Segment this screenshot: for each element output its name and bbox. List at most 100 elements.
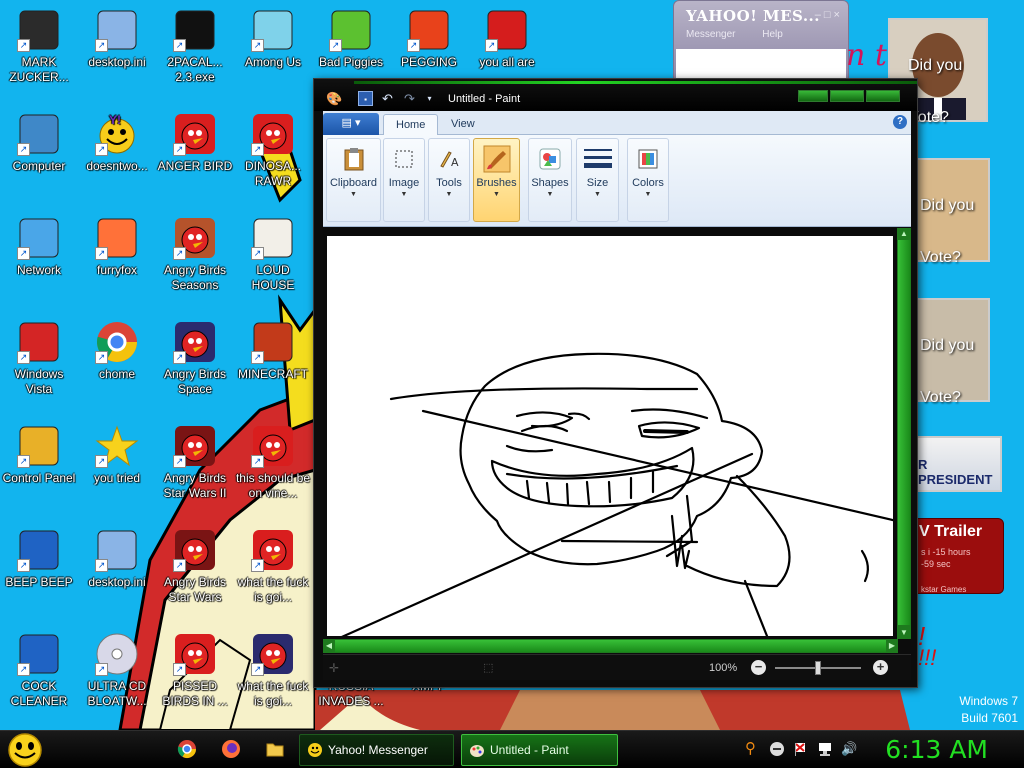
flag-icon[interactable]	[793, 741, 809, 757]
taskbar-clock[interactable]: 6:13 AM	[885, 734, 988, 766]
desktop-icon[interactable]: ↗ Computer	[0, 112, 78, 174]
save-icon[interactable]: ▪	[358, 91, 373, 106]
desktop-icon-label: furryfox	[96, 263, 137, 277]
desktop-icon-label: ULTRA CD BLOATW...	[87, 679, 147, 708]
colors-button[interactable]: Colors ▼	[627, 138, 669, 222]
desktop-icon[interactable]: ↗ Network	[0, 216, 78, 278]
desktop-icon[interactable]: ↗ ANGER BIRD	[156, 112, 234, 174]
shapes-button[interactable]: Shapes ▼	[528, 138, 572, 222]
desktop-icon[interactable]: ↗ MARK ZUCKER...	[0, 8, 78, 85]
trailer-ad-line1: s i -15 hours	[921, 547, 971, 557]
help-icon[interactable]: ?	[893, 115, 907, 129]
yahoo-menu-help[interactable]: Help	[762, 29, 783, 40]
desktop-icon[interactable]: ↗ Windows Vista	[0, 320, 78, 397]
image-button[interactable]: Image ▼	[383, 138, 425, 222]
canvas-area: ▲ ▼	[323, 228, 911, 639]
close-button[interactable]	[866, 90, 900, 102]
desktop-icon[interactable]: ↗ what the fuck is goi...	[234, 528, 312, 605]
desktop-icon-label: desktop.ini	[88, 575, 146, 589]
vertical-scrollbar[interactable]: ▲ ▼	[897, 228, 911, 639]
scroll-down-icon[interactable]: ▼	[898, 627, 910, 639]
zoom-out-button[interactable]: −	[751, 660, 766, 675]
desktop-icon[interactable]: ↗ Control Panel	[0, 424, 78, 486]
desktop-icon[interactable]: ↗ furryfox	[78, 216, 156, 278]
chrome-icon[interactable]	[177, 739, 197, 759]
desktop-icon[interactable]: ↗ Angry Birds Star Wars	[156, 528, 234, 605]
desktop-icon-label: LOUD HOUSE	[251, 263, 295, 292]
desktop-icon[interactable]: ↗ Among Us	[234, 8, 312, 70]
desktop-icon[interactable]: ↗ this should be on vine...	[234, 424, 312, 501]
desktop-icon[interactable]: ↗ 2PACAL... 2.3.exe	[156, 8, 234, 85]
scroll-left-icon[interactable]: ◀	[323, 640, 335, 652]
scroll-up-icon[interactable]: ▲	[898, 228, 910, 240]
chevron-down-icon: ▼	[400, 191, 408, 198]
desktop-icon[interactable]: ↗ desktop.ini	[78, 528, 156, 590]
horizontal-scroll-thumb[interactable]	[335, 640, 886, 652]
trailer-ad[interactable]: V Trailer s i -15 hours -59 sec kstar Ga…	[912, 518, 1004, 594]
clipboard-button[interactable]: Clipboard ▼	[326, 138, 381, 222]
drawing-canvas[interactable]	[327, 236, 893, 636]
desktop-icon[interactable]: ↗ you all are	[468, 8, 546, 70]
vertical-scroll-thumb[interactable]	[898, 240, 910, 625]
brushes-button[interactable]: Brushes ▼	[473, 138, 520, 222]
desktop-icon[interactable]: ↗ PISSED BIRDS IN ...	[156, 632, 234, 709]
desktop-icon[interactable]: ↗ MINECRAFT	[234, 320, 312, 382]
tab-view[interactable]: View	[439, 114, 487, 135]
desktop-icon[interactable]: ↗ Angry Birds Star Wars II	[156, 424, 234, 501]
customize-toolbar-icon[interactable]: ▾	[422, 91, 437, 106]
shortcut-arrow-icon: ↗	[173, 663, 186, 676]
start-button[interactable]	[6, 733, 44, 767]
paint-titlebar[interactable]: 🎨 ▪ ↶ ↷ ▾ Untitled - Paint	[314, 79, 917, 111]
desktop-icon-label: Angry Birds Seasons	[163, 263, 227, 292]
status-bar: ✛ ⬚ 100% − +	[323, 654, 911, 680]
desktop-icon[interactable]: ↗ ULTRA CD BLOATW...	[78, 632, 156, 709]
angry-bird-icon: ↗	[251, 528, 295, 572]
president-ad[interactable]: R PRESIDENT	[910, 436, 1002, 492]
yahoo-messenger-window[interactable]: YAHOO! MES... Messenger Help – □ ×	[673, 0, 849, 82]
tab-home[interactable]: Home	[383, 114, 439, 135]
zoom-slider-thumb[interactable]	[815, 661, 821, 675]
size-button[interactable]: Size ▼	[576, 138, 619, 222]
desktop-icon[interactable]: ↗ Angry Birds Space	[156, 320, 234, 397]
vote-ad-2[interactable]: Did you Vote?	[910, 158, 990, 266]
desktop-icon[interactable]: ↗ you tried	[78, 424, 156, 486]
undo-icon[interactable]: ↶	[380, 91, 395, 106]
paint-menu-button[interactable]: ▤ ▾	[323, 113, 379, 135]
firefox-icon[interactable]	[221, 739, 241, 759]
desktop-icon[interactable]: ↗ chome	[78, 320, 156, 382]
speaker-icon[interactable]: 🔊	[841, 741, 857, 757]
yahoo-window-controls[interactable]: – □ ×	[815, 9, 840, 21]
desktop-icon[interactable]: ↗ DINOSA... RAWR	[234, 112, 312, 189]
tools-button[interactable]: A Tools ▼	[428, 138, 470, 222]
desktop-icon[interactable]: ↗ BEEP BEEP	[0, 528, 78, 590]
yahoo-menu-messenger[interactable]: Messenger	[686, 29, 735, 40]
desktop-icon[interactable]: Y! ↗ doesntwo...	[78, 112, 156, 174]
redo-icon[interactable]: ↷	[402, 91, 417, 106]
vote-ad-3[interactable]: Did you Vote?	[910, 298, 990, 406]
desktop-icon[interactable]: ↗ COCK CLEANER	[0, 632, 78, 709]
desktop-icon[interactable]: ↗ what the fuck is goi...	[234, 632, 312, 709]
svg-text:Y!: Y!	[109, 113, 121, 127]
horizontal-scrollbar[interactable]: ◀ ▶	[323, 639, 898, 653]
minus-icon[interactable]	[769, 741, 785, 757]
shortcut-arrow-icon: ↗	[17, 663, 30, 676]
console-exe-icon: ↗	[173, 8, 217, 52]
desktop-icon[interactable]: ↗ Angry Birds Seasons	[156, 216, 234, 293]
taskbar-paint[interactable]: Untitled - Paint	[461, 734, 618, 766]
scroll-right-icon[interactable]: ▶	[886, 640, 898, 652]
desktop-icon[interactable]: ↗ Bad Piggies	[312, 8, 390, 70]
taskbar-yahoo-messenger[interactable]: Yahoo! Messenger	[299, 734, 454, 766]
zoom-slider[interactable]	[775, 661, 861, 675]
desktop-icon[interactable]: ↗ desktop.ini	[78, 8, 156, 70]
maximize-button[interactable]	[830, 90, 864, 102]
desktop-icon[interactable]: ↗ LOUD HOUSE	[234, 216, 312, 293]
desktop-icon[interactable]: ↗ PEGGING	[390, 8, 468, 70]
minimize-button[interactable]	[798, 90, 828, 102]
folder-icon[interactable]	[265, 739, 285, 759]
paint-window[interactable]: 🎨 ▪ ↶ ↷ ▾ Untitled - Paint ▤ ▾ Home View…	[313, 78, 918, 688]
shortcut-arrow-icon: ↗	[407, 39, 420, 52]
network-icon[interactable]	[817, 741, 833, 757]
bad-piggies-icon: ↗	[329, 8, 373, 52]
search-icon[interactable]: ⚲	[745, 741, 761, 757]
zoom-in-button[interactable]: +	[873, 660, 888, 675]
